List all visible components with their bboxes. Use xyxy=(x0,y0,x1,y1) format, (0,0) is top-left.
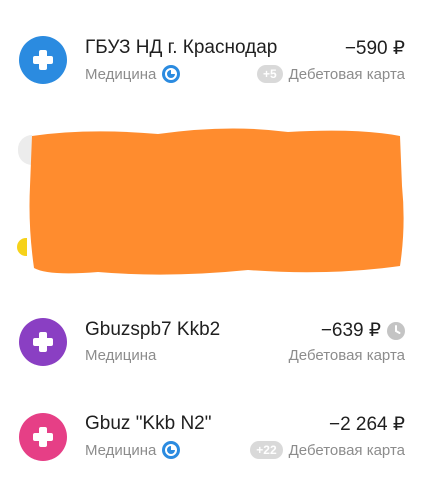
count-badge: +5 xyxy=(256,65,283,83)
payment-method: +22 Дебетовая карта xyxy=(250,441,405,459)
transaction-row[interactable]: Gbuzspb7 Kkb2 Медицина −639 ₽ Дебетовая … xyxy=(0,300,423,390)
medicine-avatar xyxy=(19,36,67,84)
category-label: Медицина xyxy=(85,441,181,459)
medicine-avatar xyxy=(19,413,67,461)
category-text: Медицина xyxy=(85,441,157,459)
transaction-row[interactable]: ГБУЗ НД г. Краснодар Медицина −590 ₽ +5 … xyxy=(0,14,423,104)
merchant-name: Gbuzspb7 Kkb2 xyxy=(85,319,221,340)
merchant-name: ГБУЗ НД г. Краснодар xyxy=(85,37,278,58)
hidden-indicator xyxy=(17,238,27,256)
medical-cross-icon xyxy=(33,50,53,70)
category-text: Медицина xyxy=(85,347,157,364)
payment-method-text: Дебетовая карта xyxy=(288,441,405,459)
payment-method: Дебетовая карта xyxy=(289,347,405,364)
clock-icon xyxy=(387,321,405,340)
pie-chart-icon xyxy=(162,65,181,83)
category-text: Медицина xyxy=(85,65,157,83)
count-badge: +22 xyxy=(250,441,283,459)
transaction-amount: −639 ₽ xyxy=(321,319,405,342)
transaction-amount: −2 264 ₽ xyxy=(328,414,405,435)
amount-text: −639 ₽ xyxy=(320,320,381,341)
medical-cross-icon xyxy=(33,427,53,447)
category-label: Медицина xyxy=(85,65,181,83)
payment-method-text: Дебетовая карта xyxy=(288,65,405,83)
medical-cross-icon xyxy=(33,332,53,352)
pie-chart-icon xyxy=(162,441,181,459)
redaction-scribble xyxy=(29,128,404,275)
medicine-avatar xyxy=(19,318,67,366)
payment-method: +5 Дебетовая карта xyxy=(256,65,405,83)
category-label: Медицина xyxy=(85,347,156,364)
transaction-row[interactable]: Gbuz "Kkb N2" Медицина −2 264 ₽ +22 Дебе… xyxy=(0,393,423,483)
merchant-name: Gbuz "Kkb N2" xyxy=(85,413,212,434)
transaction-amount: −590 ₽ xyxy=(344,38,405,59)
payment-method-text: Дебетовая карта xyxy=(288,347,405,364)
